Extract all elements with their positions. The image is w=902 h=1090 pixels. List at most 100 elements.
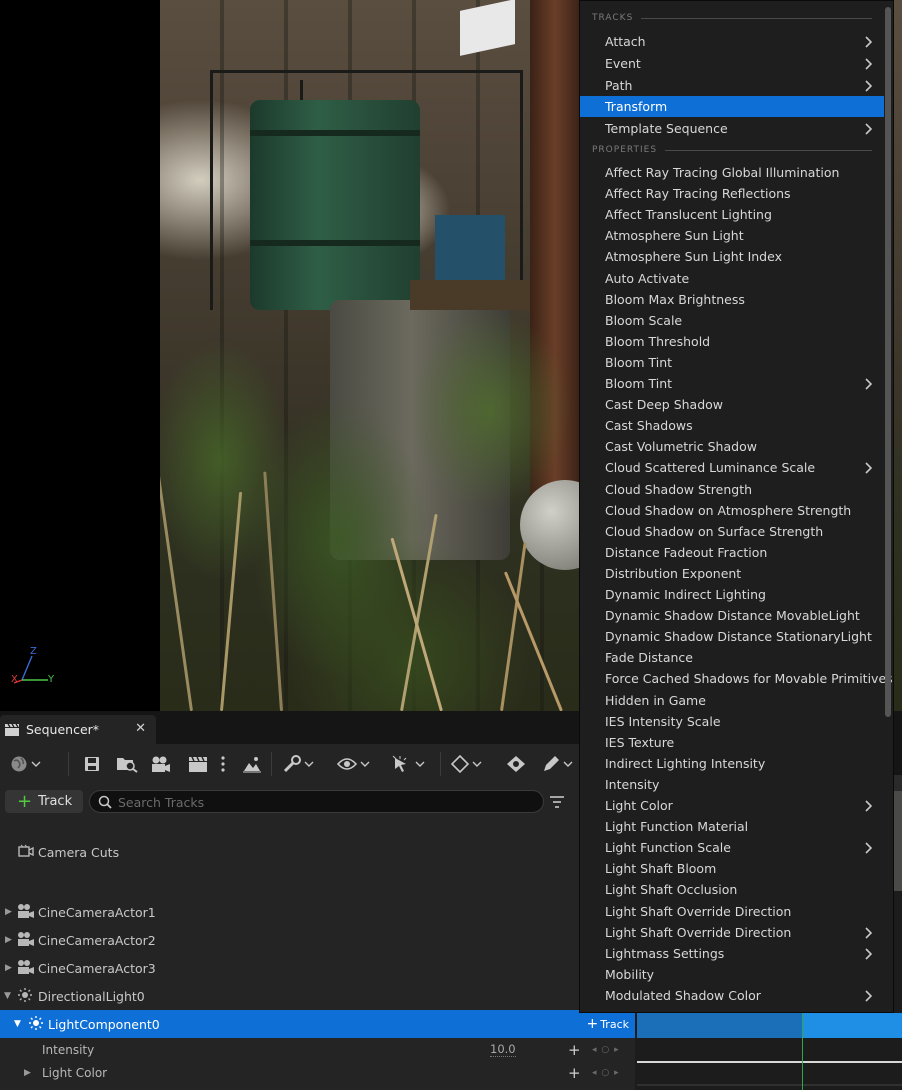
save-button[interactable] xyxy=(84,754,100,774)
expand-arrow-icon[interactable]: ▶ xyxy=(5,963,12,973)
menu-item-label: Cloud Shadow on Surface Strength xyxy=(605,523,824,539)
render-movie-button[interactable] xyxy=(188,754,208,774)
track-row-cinecameraactor1[interactable]: ▶ CineCameraActor1 xyxy=(0,898,635,926)
menu-item-bloom-tint[interactable]: Bloom Tint xyxy=(580,352,884,373)
menu-item-label: Atmosphere Sun Light xyxy=(605,228,744,244)
menu-item-label: Cloud Scattered Luminance Scale xyxy=(605,460,816,476)
menu-item-atmosphere-sun-light[interactable]: Atmosphere Sun Light xyxy=(580,225,884,246)
property-row-intensity[interactable]: Intensity 10.0 + ◂ ○ ▸ xyxy=(0,1038,635,1061)
intensity-value-field[interactable]: 10.0 xyxy=(490,1042,516,1057)
search-tracks-input[interactable] xyxy=(116,793,540,812)
track-label: Camera Cuts xyxy=(38,844,120,860)
menu-item-intensity[interactable]: Intensity xyxy=(580,774,884,795)
menu-item-label: Atmosphere Sun Light Index xyxy=(605,249,782,265)
more-options-button[interactable] xyxy=(220,754,226,774)
viewport-axis-indicator: Z X Y xyxy=(8,646,64,692)
find-in-content-browser-button[interactable] xyxy=(116,754,138,774)
menu-item-distance-fadeout-fraction[interactable]: Distance Fadeout Fraction xyxy=(580,542,884,563)
track-row-directionallight0[interactable]: ▼ DirectionalLight0 xyxy=(0,982,635,1010)
key-navigation-icon[interactable]: ◂ ○ ▸ xyxy=(592,1068,620,1078)
menu-item-fade-distance[interactable]: Fade Distance xyxy=(580,647,884,668)
menu-item-bloom-threshold[interactable]: Bloom Threshold xyxy=(580,331,884,352)
menu-item-light-shaft-override-direction[interactable]: Light Shaft Override Direction xyxy=(580,901,884,922)
menu-item-transform[interactable]: Transform xyxy=(580,96,884,118)
view-options-dropdown[interactable] xyxy=(337,754,370,774)
filter-icon[interactable] xyxy=(549,795,565,812)
eye-icon xyxy=(337,757,357,771)
sequencer-tab[interactable]: Sequencer* ✕ xyxy=(0,715,156,744)
menu-item-template-sequence[interactable]: Template Sequence xyxy=(580,118,884,139)
world-settings-button[interactable] xyxy=(10,754,41,774)
menu-item-light-function-scale[interactable]: Light Function Scale xyxy=(580,837,884,858)
add-key-button[interactable]: + xyxy=(568,1041,581,1059)
add-track-button[interactable]: + Track xyxy=(5,790,83,813)
create-camera-button[interactable] xyxy=(151,754,171,774)
menu-item-affect-ray-tracing-reflections[interactable]: Affect Ray Tracing Reflections xyxy=(580,183,884,204)
menu-item-label: Indirect Lighting Intensity xyxy=(605,755,766,771)
menu-item-affect-ray-tracing-global-illumination[interactable]: Affect Ray Tracing Global Illumination xyxy=(580,162,884,183)
cinematic-viewport-button[interactable] xyxy=(242,754,262,774)
tools-dropdown[interactable] xyxy=(283,754,314,774)
chevron-right-icon xyxy=(864,36,873,51)
collapse-arrow-icon[interactable]: ▼ xyxy=(14,1019,21,1029)
menu-item-label: Bloom Threshold xyxy=(605,333,711,349)
sequencer-tab-bar: Sequencer* ✕ xyxy=(0,711,635,744)
key-interpolation-dropdown[interactable] xyxy=(451,754,482,774)
snapping-dropdown[interactable] xyxy=(392,754,425,774)
menu-item-distribution-exponent[interactable]: Distribution Exponent xyxy=(580,563,884,584)
menu-item-label: Bloom Max Brightness xyxy=(605,291,745,307)
add-property-track-button[interactable]: + Track xyxy=(586,1017,629,1031)
menu-item-modulated-shadow-color[interactable]: Modulated Shadow Color xyxy=(580,985,884,1006)
menu-item-bloom-scale[interactable]: Bloom Scale xyxy=(580,310,884,331)
menu-scrollbar[interactable] xyxy=(885,7,891,717)
menu-item-event[interactable]: Event xyxy=(580,53,884,74)
menu-item-cast-deep-shadow[interactable]: Cast Deep Shadow xyxy=(580,394,884,415)
menu-item-cast-volumetric-shadow[interactable]: Cast Volumetric Shadow xyxy=(580,436,884,457)
menu-item-light-color[interactable]: Light Color xyxy=(580,795,884,816)
chevron-right-icon xyxy=(864,927,873,942)
menu-item-ies-texture[interactable]: IES Texture xyxy=(580,732,884,753)
search-tracks-field[interactable] xyxy=(89,790,544,813)
auto-key-button[interactable] xyxy=(506,754,526,774)
menu-item-affect-translucent-lighting[interactable]: Affect Translucent Lighting xyxy=(580,204,884,225)
menu-item-cloud-shadow-on-surface-strength[interactable]: Cloud Shadow on Surface Strength xyxy=(580,521,884,542)
expand-arrow-icon[interactable]: ▶ xyxy=(5,935,12,945)
track-row-camera-cuts[interactable]: Camera Cuts xyxy=(0,838,635,866)
menu-item-label: Path xyxy=(605,77,633,93)
menu-item-bloom-tint[interactable]: Bloom Tint xyxy=(580,373,884,394)
menu-item-hidden-in-game[interactable]: Hidden in Game xyxy=(580,690,884,711)
track-row-cinecameraactor2[interactable]: ▶ CineCameraActor2 xyxy=(0,926,635,954)
track-row-lightcomponent0[interactable]: ▼ LightComponent0 + Track xyxy=(0,1010,635,1038)
menu-item-cast-shadows[interactable]: Cast Shadows xyxy=(580,415,884,436)
track-row-cinecameraactor3[interactable]: ▶ CineCameraActor3 xyxy=(0,954,635,982)
menu-item-bloom-max-brightness[interactable]: Bloom Max Brightness xyxy=(580,289,884,310)
menu-item-force-cached-shadows-for-movable-primitives[interactable]: Force Cached Shadows for Movable Primiti… xyxy=(580,668,893,689)
property-row-light-color[interactable]: ▶ Light Color + ◂ ○ ▸ xyxy=(0,1061,635,1084)
menu-item-dynamic-indirect-lighting[interactable]: Dynamic Indirect Lighting xyxy=(580,584,884,605)
menu-item-auto-activate[interactable]: Auto Activate xyxy=(580,268,884,289)
menu-item-light-function-material[interactable]: Light Function Material xyxy=(580,816,884,837)
expand-arrow-icon[interactable]: ▶ xyxy=(24,1068,31,1078)
menu-item-lightmass-settings[interactable]: Lightmass Settings xyxy=(580,943,884,964)
menu-item-light-shaft-bloom[interactable]: Light Shaft Bloom xyxy=(580,858,884,879)
menu-item-light-shaft-override-direction[interactable]: Light Shaft Override Direction xyxy=(580,922,884,943)
menu-item-indirect-lighting-intensity[interactable]: Indirect Lighting Intensity xyxy=(580,753,884,774)
menu-item-cloud-shadow-strength[interactable]: Cloud Shadow Strength xyxy=(580,479,884,500)
menu-item-cloud-scattered-luminance-scale[interactable]: Cloud Scattered Luminance Scale xyxy=(580,457,884,478)
menu-item-dynamic-shadow-distance-stationarylight[interactable]: Dynamic Shadow Distance StationaryLight xyxy=(580,626,884,647)
add-key-button[interactable]: + xyxy=(568,1064,581,1082)
playhead-line[interactable] xyxy=(802,1013,803,1090)
menu-item-atmosphere-sun-light-index[interactable]: Atmosphere Sun Light Index xyxy=(580,246,884,267)
menu-item-ies-intensity-scale[interactable]: IES Intensity Scale xyxy=(580,711,884,732)
menu-item-path[interactable]: Path xyxy=(580,75,884,96)
menu-item-mobility[interactable]: Mobility xyxy=(580,964,884,985)
menu-item-dynamic-shadow-distance-movablelight[interactable]: Dynamic Shadow Distance MovableLight xyxy=(580,605,884,626)
expand-arrow-icon[interactable]: ▶ xyxy=(5,907,12,917)
edit-mode-dropdown[interactable] xyxy=(542,754,573,774)
menu-item-attach[interactable]: Attach xyxy=(580,31,884,52)
key-navigation-icon[interactable]: ◂ ○ ▸ xyxy=(592,1045,620,1055)
close-tab-icon[interactable]: ✕ xyxy=(135,721,146,736)
menu-item-light-shaft-occlusion[interactable]: Light Shaft Occlusion xyxy=(580,879,884,900)
menu-item-cloud-shadow-on-atmosphere-strength[interactable]: Cloud Shadow on Atmosphere Strength xyxy=(580,500,884,521)
collapse-arrow-icon[interactable]: ▼ xyxy=(4,991,11,1001)
